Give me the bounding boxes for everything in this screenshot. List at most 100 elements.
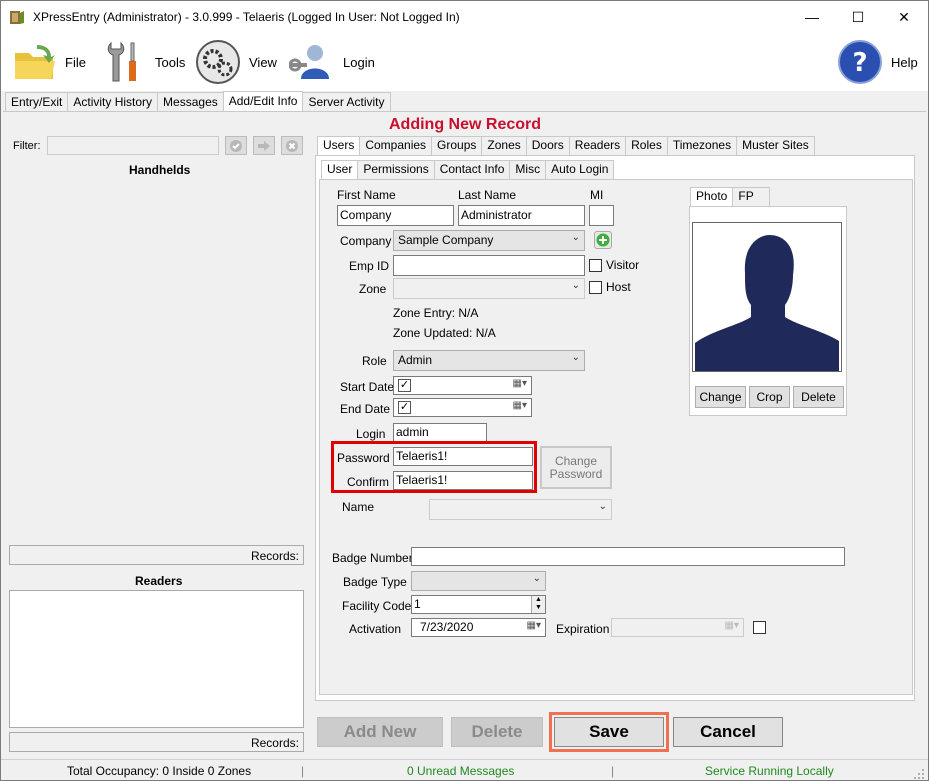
role-label: Role	[362, 354, 387, 368]
readers-list[interactable]	[9, 590, 304, 728]
minimize-button[interactable]: —	[789, 1, 835, 33]
help-tool[interactable]: ? Help	[837, 37, 918, 87]
app-window: XPressEntry (Administrator) - 3.0.999 - …	[0, 0, 929, 781]
first-name-field[interactable]: Company	[337, 205, 454, 226]
filter-clear-button[interactable]	[281, 136, 303, 155]
mi-field[interactable]	[589, 205, 614, 226]
filter-apply-button[interactable]	[225, 136, 247, 155]
messages-status[interactable]: 0 Unread Messages	[407, 764, 514, 778]
password-label: Password	[337, 451, 390, 465]
filter-input[interactable]	[47, 136, 219, 155]
end-date-checkbox[interactable]: ✓	[398, 401, 411, 414]
confirm-field[interactable]: Telaeris1!	[393, 471, 533, 490]
role-select[interactable]: Admin ⌄	[393, 350, 585, 371]
maximize-button[interactable]: ☐	[835, 1, 881, 33]
company-select[interactable]: Sample Company ⌄	[393, 230, 585, 251]
host-checkbox[interactable]	[589, 281, 602, 294]
handhelds-title: Handhelds	[129, 163, 191, 177]
end-date-label: End Date	[340, 402, 391, 416]
photo-tabs: Photo FP	[690, 187, 771, 207]
mi-label: MI	[590, 188, 604, 202]
tab-groups[interactable]: Groups	[431, 136, 483, 155]
start-date-label: Start Date	[340, 380, 395, 394]
tab-contact-info[interactable]: Contact Info	[433, 160, 511, 179]
calendar-icon: ▦▾	[724, 620, 739, 631]
spin-icon[interactable]: ▲ ▼	[531, 596, 545, 613]
login-field-label: Login	[356, 427, 386, 441]
crop-photo-button[interactable]: Crop	[749, 386, 790, 408]
visitor-checkbox[interactable]	[589, 259, 602, 272]
chevron-down-icon: ⌄	[571, 280, 580, 291]
tab-auto-login[interactable]: Auto Login	[545, 160, 615, 179]
toolbar: File Tools View Login ? Help	[1, 33, 928, 91]
tab-misc[interactable]: Misc	[509, 160, 547, 179]
zone-select[interactable]: ⌄	[393, 278, 585, 299]
change-password-button[interactable]: Change Password	[540, 446, 612, 489]
svg-text:?: ?	[852, 48, 867, 78]
tab-activity-history[interactable]: Activity History	[67, 92, 159, 112]
tab-muster-sites[interactable]: Muster Sites	[736, 136, 815, 155]
tab-server-activity[interactable]: Server Activity	[302, 92, 391, 112]
tab-add-edit-info[interactable]: Add/Edit Info	[222, 91, 304, 112]
badge-type-label: Badge Type	[343, 575, 407, 589]
tab-entry-exit[interactable]: Entry/Exit	[5, 92, 69, 112]
view-label: View	[249, 54, 277, 70]
plus-icon	[596, 233, 610, 247]
expiration-date-picker[interactable]: ▦▾	[611, 618, 744, 637]
end-date-picker[interactable]: ✓ ▦▾	[393, 398, 532, 417]
activation-date-picker[interactable]: 7/23/2020 ▦▾	[411, 618, 546, 637]
view-tool[interactable]: View	[195, 37, 277, 87]
start-date-picker[interactable]: ✓ ▦▾	[393, 376, 532, 395]
delete-photo-button[interactable]: Delete	[793, 386, 844, 408]
tab-messages[interactable]: Messages	[157, 92, 224, 112]
calendar-icon[interactable]: ▦▾	[513, 400, 527, 411]
add-company-button[interactable]	[594, 231, 612, 249]
password-field[interactable]: Telaeris1!	[393, 447, 533, 466]
arrow-right-icon	[258, 140, 270, 151]
tab-roles[interactable]: Roles	[625, 136, 668, 155]
login-field[interactable]: admin	[393, 423, 487, 442]
tools-tool[interactable]: Tools	[101, 37, 185, 87]
save-button[interactable]: Save	[554, 717, 664, 747]
close-button[interactable]: ✕	[881, 1, 927, 33]
name-select[interactable]: ⌄	[429, 499, 612, 520]
badge-number-field[interactable]	[411, 547, 845, 566]
file-label: File	[65, 54, 86, 70]
zone-updated-text: Zone Updated: N/A	[393, 326, 496, 340]
start-date-checkbox[interactable]: ✓	[398, 379, 411, 392]
tab-zones[interactable]: Zones	[481, 136, 527, 155]
cancel-button[interactable]: Cancel	[673, 717, 783, 747]
tab-readers[interactable]: Readers	[568, 136, 627, 155]
login-tool[interactable]: Login	[289, 37, 375, 87]
tab-users[interactable]: Users	[317, 136, 361, 156]
chevron-down-icon: ⌄	[598, 501, 607, 512]
file-tool[interactable]: File	[11, 37, 86, 87]
tools-label: Tools	[155, 54, 186, 70]
tab-user[interactable]: User	[321, 160, 359, 180]
expiration-checkbox[interactable]	[753, 621, 766, 634]
tab-fp[interactable]: FP	[732, 187, 771, 206]
tab-permissions[interactable]: Permissions	[357, 160, 435, 179]
facility-code-stepper[interactable]: 1 ▲ ▼	[411, 595, 546, 614]
emp-id-label: Emp ID	[349, 259, 390, 273]
confirm-label: Confirm	[347, 475, 390, 489]
tab-timezones[interactable]: Timezones	[666, 136, 738, 155]
tab-photo[interactable]: Photo	[690, 187, 734, 207]
badge-type-select[interactable]: ⌄	[411, 571, 546, 591]
tab-companies[interactable]: Companies	[359, 136, 433, 155]
change-photo-button[interactable]: Change	[695, 386, 746, 408]
resize-grip-icon[interactable]	[913, 768, 925, 780]
last-name-field[interactable]: Administrator	[458, 205, 585, 226]
badge-number-label: Badge Number	[332, 551, 413, 565]
delete-button[interactable]: Delete	[451, 717, 543, 747]
calendar-icon[interactable]: ▦▾	[527, 620, 541, 631]
emp-id-field[interactable]	[393, 255, 585, 276]
tab-doors[interactable]: Doors	[525, 136, 570, 155]
tab-content: Filter: Handhelds Records: Readers Recor…	[3, 111, 926, 759]
readers-records-label: Records:	[250, 736, 299, 750]
calendar-icon[interactable]: ▦▾	[513, 378, 527, 389]
add-new-button[interactable]: Add New	[317, 717, 443, 747]
app-icon	[10, 11, 24, 24]
filter-go-button[interactable]	[253, 136, 275, 155]
facility-code-label: Facility Code	[342, 599, 412, 613]
